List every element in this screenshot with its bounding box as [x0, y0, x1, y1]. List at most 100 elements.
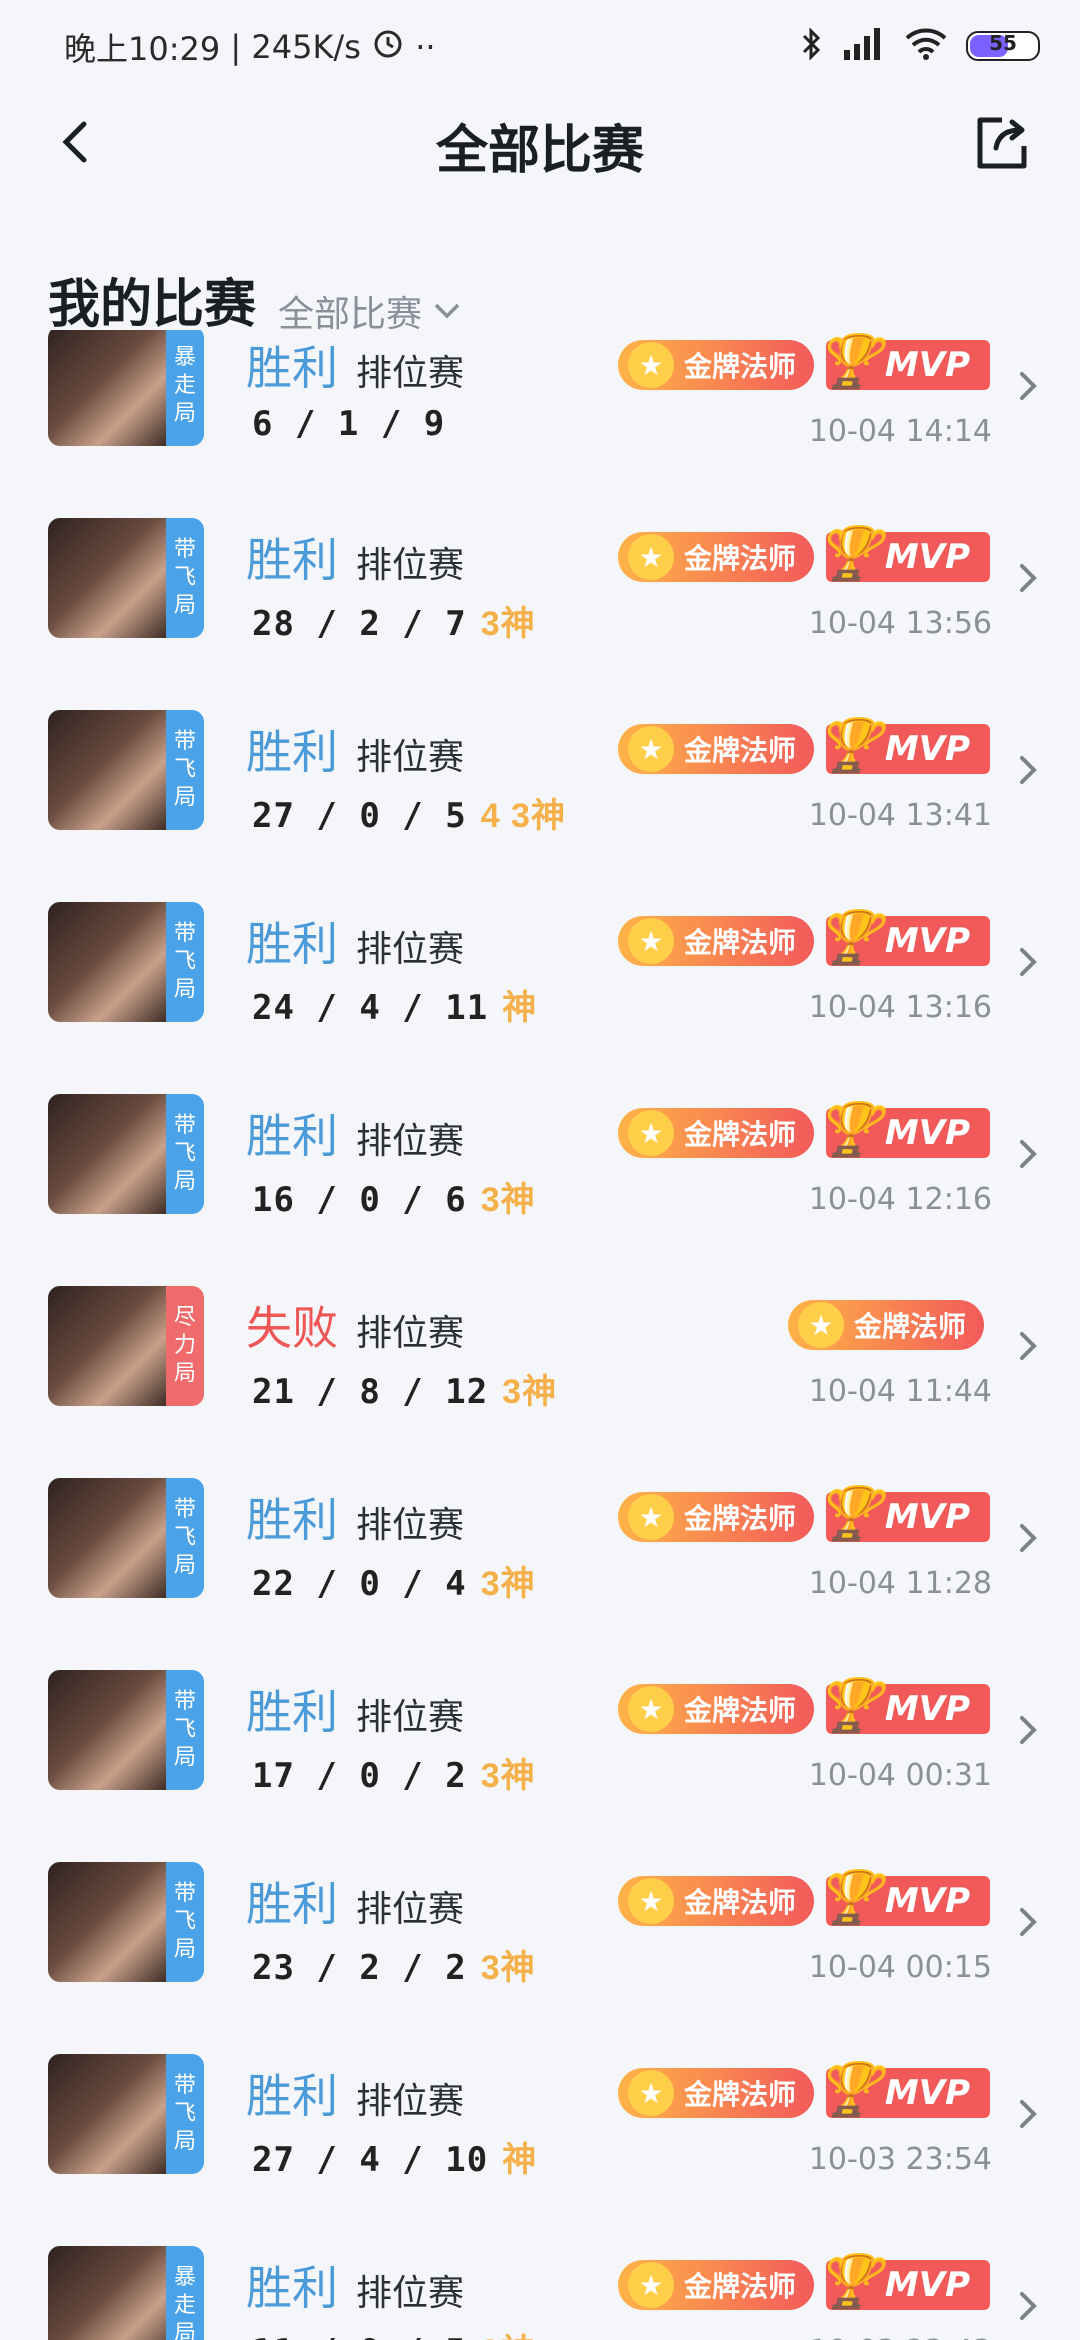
match-row[interactable]: 尽力局 失败 排位赛 21 / 8 / 12 3神 ★ 金牌法师 10-04 11:44	[0, 1286, 1080, 1478]
gold-badge-label: 金牌法师	[684, 1694, 797, 1727]
gold-mage-badge: ★ 金牌法师	[618, 2068, 815, 2118]
star-icon: ★	[628, 1494, 674, 1540]
chevron-down-icon	[434, 303, 460, 319]
hero-portrait	[48, 330, 168, 446]
match-row[interactable]: 暴走局 胜利排位赛 11 / 0 / 5 3神 ★ 金牌法师 🏆MVP 10-03 23:43	[0, 2246, 1080, 2340]
page-title: 全部比赛	[435, 121, 644, 181]
hero-avatar: 暴走局	[48, 330, 204, 446]
kda-line: 27 / 0 / 5 4 3神	[252, 788, 566, 837]
mvp-label: MVP	[884, 1497, 970, 1537]
hero-avatar: 暴走局	[48, 2246, 204, 2340]
gold-mage-badge: ★ 金牌法师	[618, 1876, 815, 1926]
gold-mage-badge: ★ 金牌法师	[618, 2260, 815, 2310]
hero-portrait	[48, 1094, 168, 1214]
kda-line: 21 / 8 / 12 3神	[252, 1364, 557, 1413]
kda-value: 28 / 2 / 7	[252, 604, 467, 644]
match-type-tag: 暴走局	[166, 330, 204, 446]
kda-line: 28 / 2 / 7 3神	[252, 596, 536, 645]
star-icon: ★	[628, 726, 674, 772]
hero-avatar: 带飞局	[48, 710, 204, 830]
match-mode: 排位赛	[356, 1313, 465, 1354]
match-time: 10-04 11:28	[808, 1566, 992, 1601]
match-row[interactable]: 暴走局 胜利 排位赛 6 / 1 / 9 ★ 金牌法师 🏆 MVP 10-04 14:14	[0, 330, 1080, 518]
gold-mage-badge: ★ 金牌法师	[788, 1300, 985, 1350]
hero-portrait	[48, 2246, 168, 2340]
trophy-icon: 🏆	[816, 2060, 881, 2120]
mvp-badge: 🏆 MVP	[816, 1868, 990, 1928]
match-row[interactable]: 带飞局 胜利 排位赛 16 / 0 / 6 3神 ★ 金牌法师 🏆 MVP 10-04 12:16	[0, 1094, 1080, 1286]
kda-value: 6 / 1 / 9	[252, 404, 446, 444]
chevron-right-icon	[1020, 1908, 1037, 1936]
trophy-icon: 🏆	[816, 716, 881, 776]
status-left: 晚上10:29 | 245K/s ··	[64, 24, 436, 70]
streak-label: 3神	[481, 2333, 536, 2340]
signal-icon	[842, 26, 886, 66]
match-time: 10-04 13:16	[808, 990, 992, 1025]
filter-dropdown[interactable]: 全部比赛	[278, 285, 462, 337]
streak-label: 神	[502, 2141, 538, 2179]
hero-portrait	[48, 518, 168, 638]
gold-mage-badge: ★ 金牌法师	[618, 916, 815, 966]
hero-portrait	[48, 1478, 168, 1598]
gold-mage-badge: ★ 金牌法师	[618, 532, 815, 582]
trophy-icon: 🏆	[816, 524, 881, 584]
header: 全部比赛	[0, 100, 1080, 190]
mvp-badge: 🏆 MVP	[816, 1676, 990, 1736]
gold-mage-badge: ★ 金牌法师	[618, 1492, 815, 1542]
match-list[interactable]: 暴走局 胜利 排位赛 6 / 1 / 9 ★ 金牌法师 🏆 MVP 10-04 14:14 带飞局…	[0, 330, 1080, 2340]
gold-badge-label: 金牌法师	[684, 926, 797, 959]
match-row[interactable]: 带飞局 胜利 排位赛 27 / 4 / 10 神 ★ 金牌法师 🏆 MVP 10-03 23:54	[0, 2054, 1080, 2246]
match-row[interactable]: 带飞局 胜利 排位赛 17 / 0 / 2 3神 ★ 金牌法师 🏆 MVP 10-04 00:31	[0, 1670, 1080, 1862]
mvp-label: MVP	[884, 345, 970, 385]
match-mode: 排位赛	[356, 737, 465, 778]
hero-avatar: 带飞局	[48, 1094, 204, 1214]
share-button[interactable]	[968, 110, 1036, 178]
kda-value: 22 / 0 / 4	[252, 1564, 467, 1604]
trophy-icon: 🏆	[816, 908, 881, 968]
status-divider: |	[230, 28, 252, 66]
match-type-tag: 带飞局	[166, 1670, 204, 1790]
gold-badge-label: 金牌法师	[684, 1502, 797, 1535]
kda-line: 24 / 4 / 11 神	[252, 980, 537, 1029]
kda-value: 11 / 0 / 5	[252, 2332, 467, 2340]
match-time: 10-04 00:15	[808, 1950, 992, 1985]
match-time: 10-03 23:43	[809, 2334, 992, 2340]
mvp-label: MVP	[884, 921, 970, 961]
match-time: 10-04 13:41	[808, 798, 992, 833]
streak-label: 3神	[480, 1565, 536, 1603]
streak-label: 神	[502, 989, 538, 1027]
streak-label: 3神	[480, 1181, 536, 1219]
chevron-right-icon	[1020, 1524, 1037, 1552]
mvp-badge: 🏆 MVP	[816, 524, 990, 584]
trophy-icon: 🏆	[816, 1868, 881, 1928]
battery-level: 55	[989, 31, 1017, 55]
match-row[interactable]: 带飞局 胜利 排位赛 24 / 4 / 11 神 ★ 金牌法师 🏆 MVP 10-04 13:16	[0, 902, 1080, 1094]
match-result: 胜利	[246, 2069, 338, 2123]
match-result: 胜利	[246, 1493, 338, 1547]
hero-portrait	[48, 710, 168, 830]
mvp-label: MVP	[884, 2265, 970, 2305]
streak-label: 4 3神	[480, 797, 566, 835]
status-time: 晚上10:29	[64, 30, 221, 68]
gold-badge-label: 金牌法师	[684, 1886, 797, 1919]
star-icon: ★	[628, 2070, 674, 2116]
hero-avatar: 带飞局	[48, 1478, 204, 1598]
match-type-tag: 带飞局	[166, 1862, 204, 1982]
match-row[interactable]: 带飞局 胜利 排位赛 23 / 2 / 2 3神 ★ 金牌法师 🏆 MVP 10-04 00:15	[0, 1862, 1080, 2054]
alarm-icon	[371, 30, 415, 68]
kda-value: 21 / 8 / 12	[252, 1372, 489, 1412]
chevron-right-icon	[1020, 948, 1037, 976]
wifi-icon	[904, 26, 948, 66]
match-row[interactable]: 带飞局 胜利 排位赛 22 / 0 / 4 3神 ★ 金牌法师 🏆 MVP 10-04 11:28	[0, 1478, 1080, 1670]
trophy-icon: 🏆	[816, 2252, 881, 2312]
hero-avatar: 尽力局	[48, 1286, 204, 1406]
match-mode: 排位赛	[356, 2081, 465, 2122]
mvp-label: MVP	[884, 1689, 970, 1729]
match-row[interactable]: 带飞局 胜利 排位赛 27 / 0 / 5 4 3神 ★ 金牌法师 🏆 MVP 10-04 13:…	[0, 710, 1080, 902]
gold-badge-label: 金牌法师	[854, 1310, 967, 1343]
battery-icon: 55	[966, 31, 1040, 61]
gold-badge-label: 金牌法师	[684, 2270, 797, 2303]
kda-value: 17 / 0 / 2	[252, 1756, 467, 1796]
match-time: 10-04 13:56	[808, 606, 992, 641]
match-row[interactable]: 带飞局 胜利 排位赛 28 / 2 / 7 3神 ★ 金牌法师 🏆 MVP 10-04 13:56	[0, 518, 1080, 710]
